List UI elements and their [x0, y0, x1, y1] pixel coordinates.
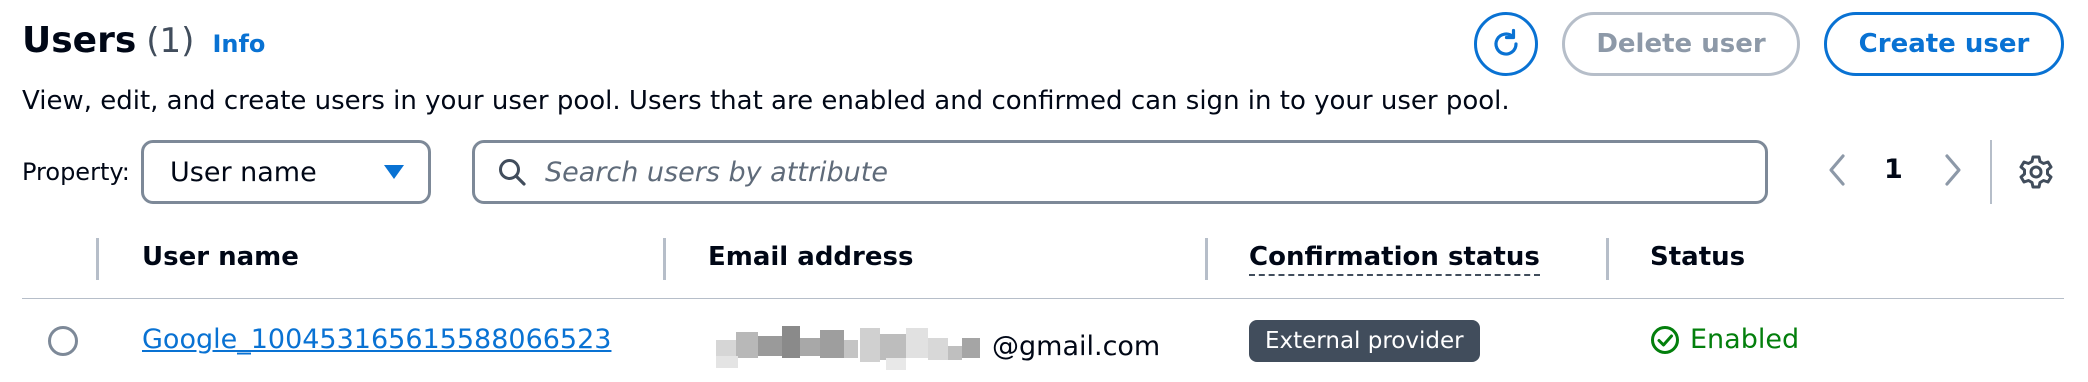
- refresh-button[interactable]: [1474, 12, 1538, 76]
- create-user-button[interactable]: Create user: [1824, 12, 2064, 76]
- status-text: Enabled: [1690, 324, 1800, 355]
- property-select-value: User name: [170, 156, 317, 188]
- table-settings-button[interactable]: [2018, 154, 2054, 194]
- previous-page-button[interactable]: [1826, 152, 1848, 192]
- column-separator: [96, 238, 99, 280]
- table-header-divider: [22, 298, 2064, 299]
- search-icon: [499, 159, 526, 186]
- chevron-left-icon: [1829, 154, 1845, 186]
- property-select[interactable]: User name: [141, 140, 431, 204]
- chevron-right-icon: [1945, 154, 1961, 186]
- user-name-link[interactable]: Google_100453165615588066523: [142, 324, 611, 355]
- check-circle-icon: [1651, 325, 1679, 354]
- column-separator[interactable]: [1205, 238, 1208, 280]
- email-domain: @gmail.com: [992, 330, 1161, 362]
- gear-icon: [2019, 155, 2053, 189]
- search-field[interactable]: [472, 140, 1768, 204]
- column-header-status[interactable]: Status: [1650, 242, 1745, 272]
- page-number[interactable]: 1: [1884, 154, 1903, 185]
- refresh-icon: [1494, 28, 1518, 56]
- property-label: Property:: [22, 158, 130, 186]
- user-count: (1): [146, 21, 195, 61]
- email-cell: @gmail.com: [710, 318, 1160, 374]
- confirmation-status-badge: External provider: [1249, 320, 1480, 362]
- status-indicator: Enabled: [1650, 324, 1799, 355]
- column-header-user-name[interactable]: User name: [142, 242, 299, 272]
- column-separator[interactable]: [663, 238, 666, 280]
- column-header-email[interactable]: Email address: [708, 242, 913, 272]
- column-header-confirmation-status[interactable]: Confirmation status: [1249, 242, 1540, 276]
- page-header: Users (1) Info: [22, 20, 265, 61]
- pagination-divider: [1990, 140, 1992, 204]
- row-select-radio[interactable]: [48, 326, 78, 356]
- info-link[interactable]: Info: [212, 30, 265, 58]
- caret-down-icon: [384, 165, 404, 179]
- page-description: View, edit, and create users in your use…: [22, 86, 1510, 116]
- delete-user-button[interactable]: Delete user: [1562, 12, 1800, 76]
- next-page-button[interactable]: [1942, 152, 1964, 192]
- search-input[interactable]: [543, 155, 1727, 189]
- column-separator[interactable]: [1606, 238, 1609, 280]
- page-title: Users: [22, 20, 137, 61]
- redacted-email-blur: [710, 318, 990, 374]
